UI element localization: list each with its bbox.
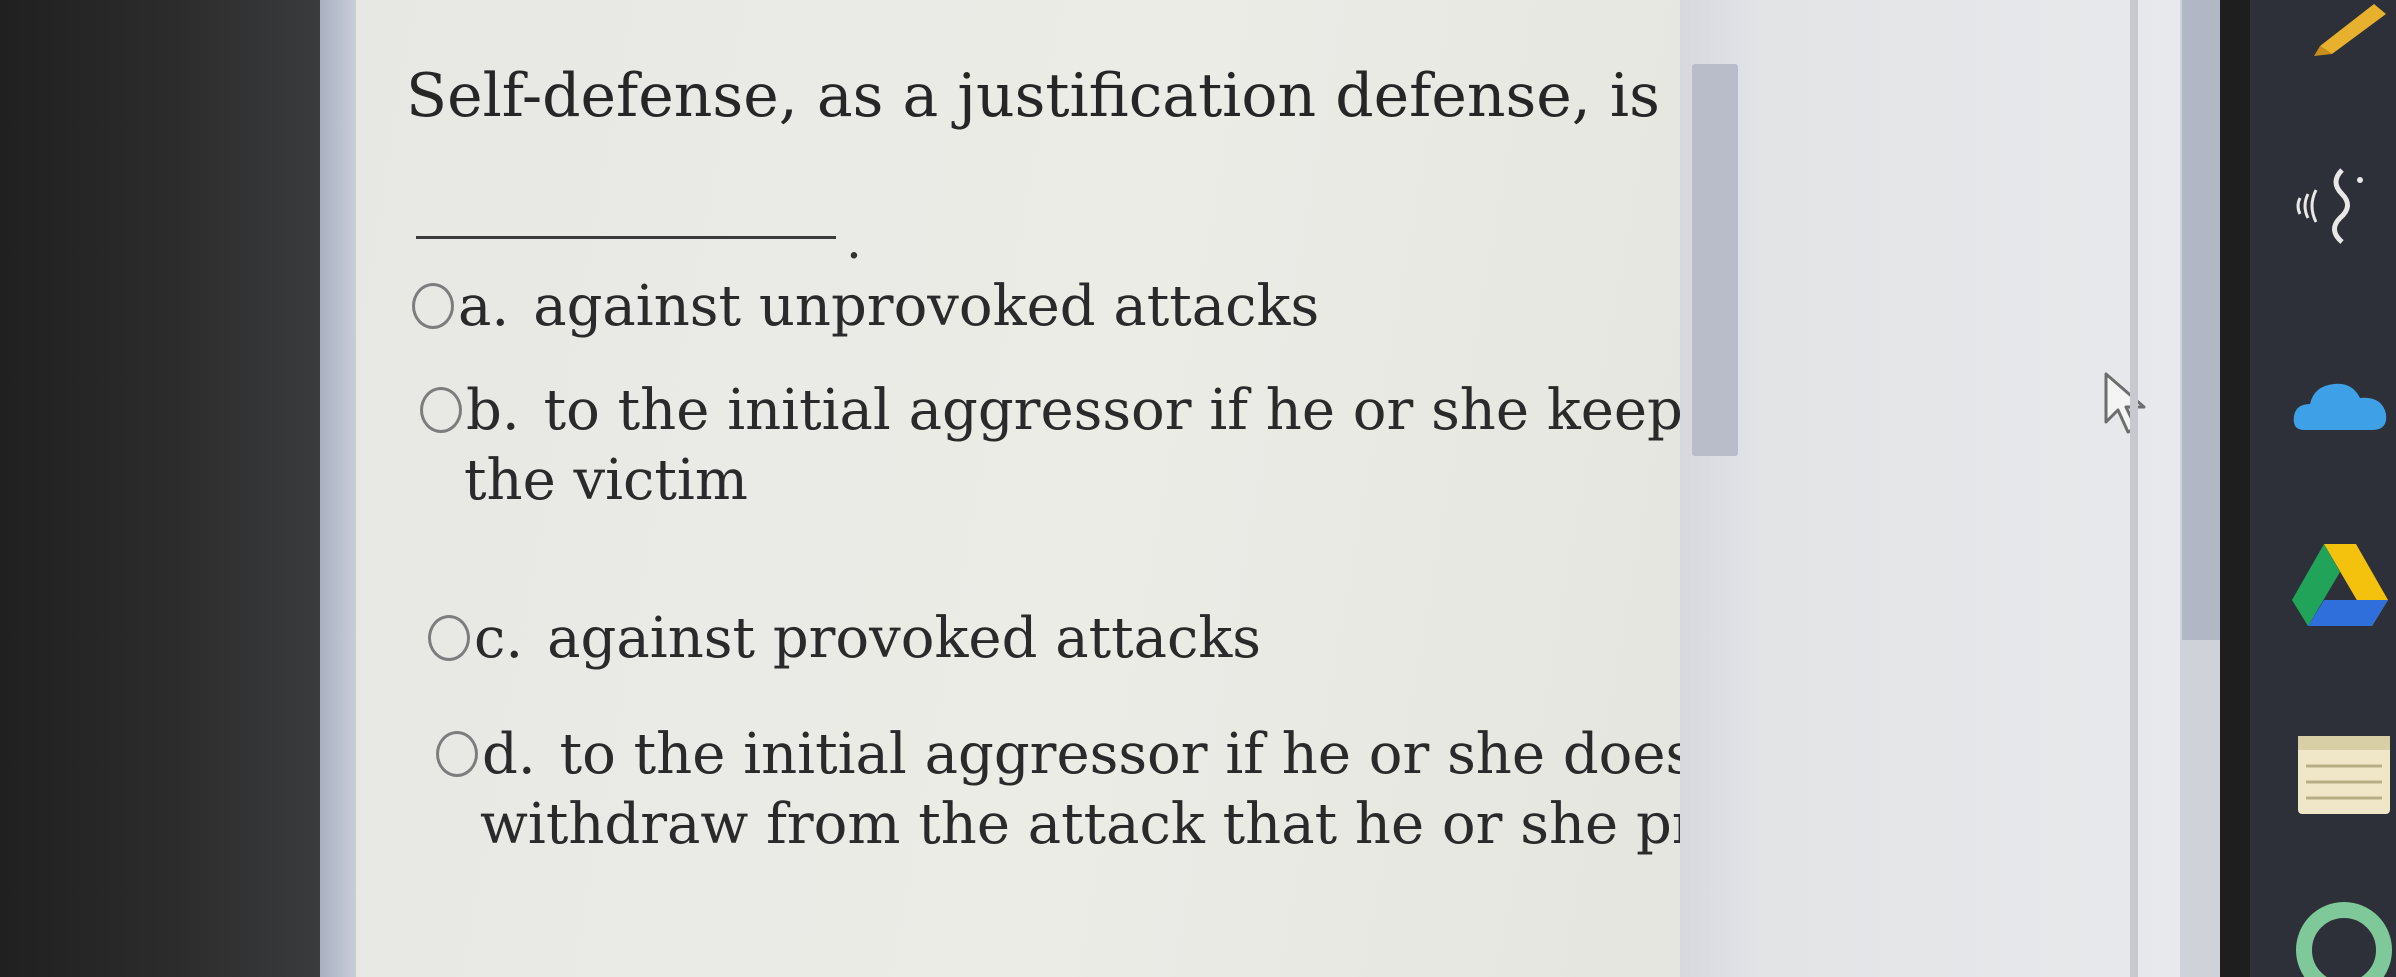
radio-option-d[interactable] xyxy=(436,731,478,777)
window-left-border xyxy=(320,0,356,977)
notes-icon[interactable] xyxy=(2294,730,2394,820)
google-drive-icon[interactable] xyxy=(2290,540,2390,630)
content-scrollbar-thumb[interactable] xyxy=(1692,64,1738,456)
radio-option-c[interactable] xyxy=(428,615,470,661)
pane-divider xyxy=(2130,0,2138,977)
onedrive-cloud-icon[interactable] xyxy=(2290,370,2390,440)
wifi-signal-icon[interactable] xyxy=(2290,160,2380,250)
option-c[interactable]: c. against provoked attacks xyxy=(428,604,1261,674)
taskbar xyxy=(2250,0,2396,977)
radio-option-b[interactable] xyxy=(420,387,462,433)
app-ring-icon[interactable] xyxy=(2294,890,2394,977)
outer-scrollbar-thumb[interactable] xyxy=(2182,0,2220,640)
option-a[interactable]: a. against unprovoked attacks xyxy=(412,272,1319,342)
radio-option-a[interactable] xyxy=(412,283,454,329)
blank-period: . xyxy=(846,212,862,270)
answer-blank xyxy=(416,236,836,239)
left-dark-area xyxy=(0,0,320,977)
pencil-icon[interactable] xyxy=(2310,0,2390,56)
option-d-letter: d. xyxy=(482,722,536,787)
option-c-text: against provoked attacks xyxy=(547,606,1262,671)
right-empty-area xyxy=(1760,0,2180,977)
option-a-letter: a. xyxy=(458,274,510,339)
option-d-text: to the initial aggressor if he or she do… xyxy=(559,722,1805,787)
option-c-letter: c. xyxy=(474,606,524,671)
content-scrollbar[interactable] xyxy=(1680,0,1760,977)
option-a-text: against unprovoked attacks xyxy=(533,274,1320,339)
screen: Self-defense, as a justification defense… xyxy=(0,0,2396,977)
option-b-letter: b. xyxy=(466,378,520,443)
